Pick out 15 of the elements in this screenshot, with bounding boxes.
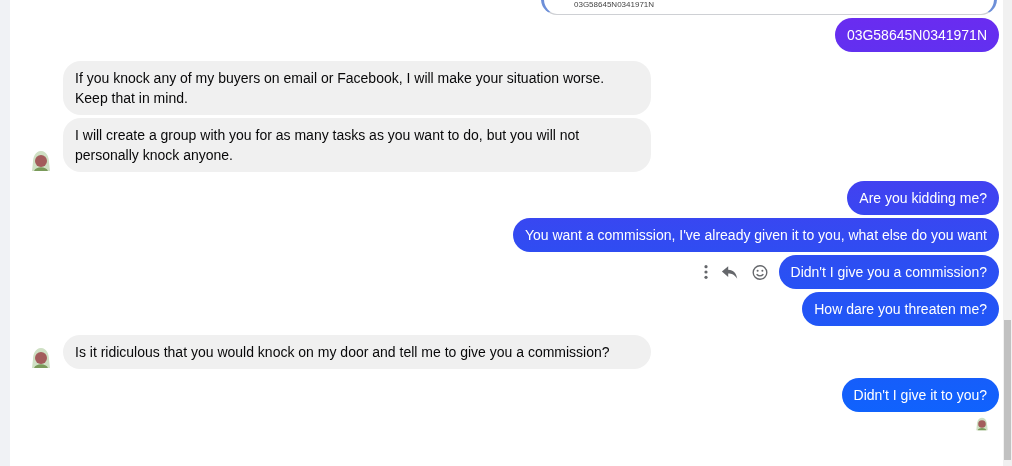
more-icon[interactable]	[702, 264, 709, 280]
message-bubble: 03G58645N0341971N	[834, 18, 999, 52]
card-code: 03G58645N0341971N	[574, 0, 655, 11]
shared-card[interactable]: 03G58645N0341971N	[541, 0, 997, 15]
message-bubble: Are you kidding me?	[847, 181, 999, 215]
scrollbar[interactable]	[1003, 0, 1012, 466]
message-bubble: If you knock any of my buyers on email or Facebook, I will make your situation worse. Keep that in mind.	[63, 61, 651, 115]
message-bubble: You want a commission, I've already given it to you, what else do you want	[512, 218, 999, 252]
message-bubble: Didn't I give it to you?	[841, 378, 999, 412]
scrollbar-thumb[interactable]	[1004, 320, 1011, 460]
message-bubble: Didn't I give you a commission?	[778, 255, 999, 289]
message-bubble: Is it ridiculous that you would knock on my door and tell me to give you a commission?	[63, 335, 651, 369]
message-bubble: How dare you threaten me?	[802, 292, 999, 326]
message-bubble: I will create a group with you for as many tasks as you want to do, but you will not personally knock anyone.	[63, 118, 651, 172]
emoji-icon[interactable]	[750, 263, 769, 281]
